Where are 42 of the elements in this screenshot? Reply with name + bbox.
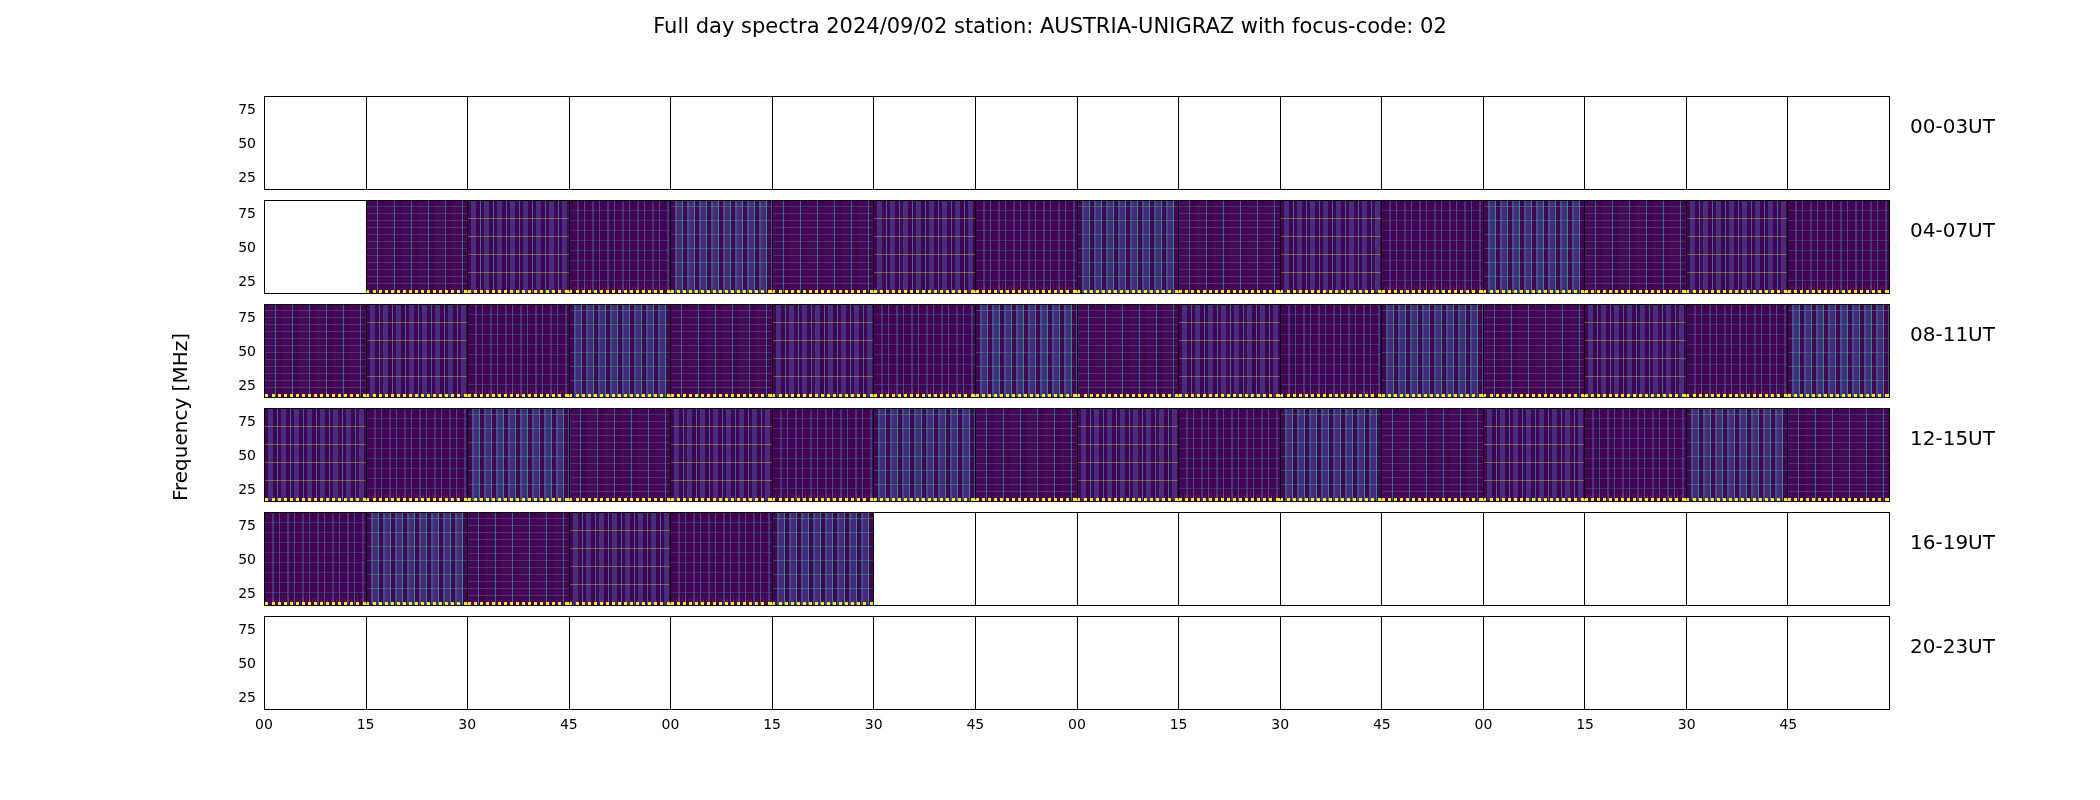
tick-label: 45 — [1779, 716, 1798, 732]
tick-label: 15 — [1576, 716, 1595, 732]
tick-label: 75 — [238, 310, 256, 325]
tick-label: 25 — [238, 273, 256, 288]
row-label: 20-23UT — [1909, 633, 1996, 660]
tick-label: 50 — [238, 136, 256, 150]
tick-label: 30 — [1677, 716, 1696, 732]
tick-label: 15 — [763, 716, 782, 732]
tick-label: 00 — [1474, 716, 1493, 732]
tick-label: 75 — [238, 414, 256, 429]
row-label: 16-19UT — [1909, 529, 1996, 556]
tick-label: 50 — [238, 656, 256, 670]
tick-label: 15 — [1169, 716, 1188, 732]
tick-label: 15 — [356, 716, 375, 732]
tick-label: 00 — [255, 716, 273, 732]
tick-label: 75 — [238, 518, 256, 533]
axis-label: Frequency [MHz] — [168, 332, 192, 502]
tick-label: 50 — [238, 344, 256, 358]
tick-label: 25 — [238, 585, 256, 600]
tick-label: 00 — [1068, 716, 1086, 732]
tick-label: 75 — [238, 206, 256, 221]
row-label: 00-03UT — [1909, 113, 1996, 140]
tick-label: 25 — [238, 377, 256, 392]
tick-label: 50 — [238, 240, 256, 254]
tick-label: 25 — [238, 481, 256, 496]
tick-label: 50 — [238, 448, 256, 462]
tick-label: 25 — [238, 689, 256, 704]
tick-label: 50 — [238, 552, 256, 566]
tick-label: 75 — [238, 622, 256, 637]
tick-label: 30 — [458, 716, 477, 732]
tick-label: 75 — [238, 102, 256, 117]
tick-label: 45 — [966, 716, 985, 732]
row-label: 12-15UT — [1909, 425, 1996, 452]
tick-label: 30 — [864, 716, 883, 732]
tick-label: 45 — [559, 716, 578, 732]
tick-label: 25 — [238, 169, 256, 184]
row-label: 04-07UT — [1909, 217, 1996, 244]
tick-label: 30 — [1271, 716, 1290, 732]
tick-label: 00 — [661, 716, 680, 732]
row-label: 08-11UT — [1909, 321, 1996, 348]
chart-title: Full day spectra 2024/09/02 station: AUSTRIA-UNIGRAZ with focus-code: 02 — [652, 13, 1448, 40]
tick-label: 45 — [1372, 716, 1391, 732]
